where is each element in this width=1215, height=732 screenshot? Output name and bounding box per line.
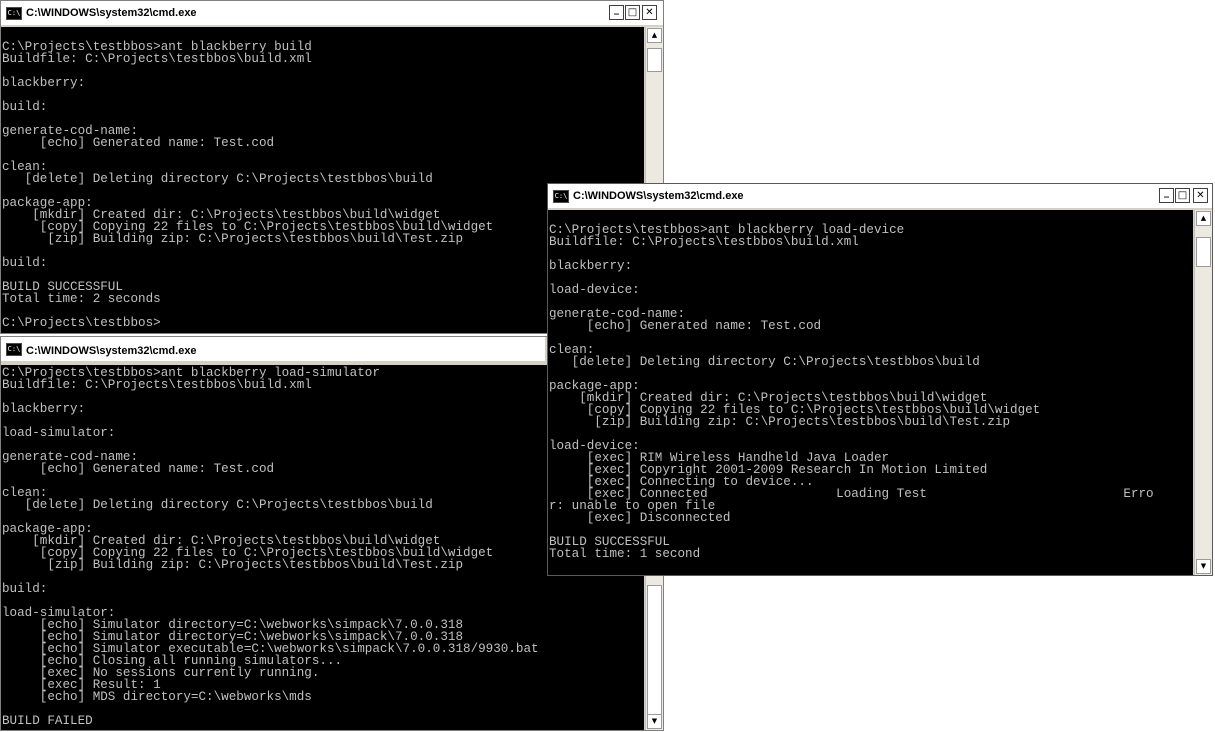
scroll-up-button[interactable]: ▲ <box>1196 211 1211 226</box>
window-title: C:\WINDOWS\system32\cmd.exe <box>573 190 744 202</box>
maximize-button[interactable]: □ <box>625 5 640 20</box>
cmd-icon: C:\ <box>6 343 22 356</box>
scroll-up-button[interactable]: ▲ <box>647 28 662 43</box>
cmd-icon: C:\ <box>6 7 22 20</box>
console-output[interactable]: C:\Projects\testbbos>ant blackberry load… <box>548 210 1193 575</box>
window-title: C:\WINDOWS\system32\cmd.exe <box>26 7 197 19</box>
scrollbar-thumb[interactable] <box>647 48 662 72</box>
scroll-down-button[interactable]: ▼ <box>1196 559 1211 574</box>
close-button[interactable]: ✕ <box>642 5 657 20</box>
scroll-down-button[interactable]: ▼ <box>647 714 662 729</box>
maximize-button[interactable]: □ <box>1175 188 1190 203</box>
minimize-button[interactable]: _ <box>1159 188 1174 203</box>
close-button[interactable]: ✕ <box>1193 188 1208 203</box>
cmd-icon: C:\ <box>553 190 569 203</box>
scrollbar-thumb[interactable] <box>1196 237 1211 267</box>
title-bar[interactable]: C:\ C:\WINDOWS\system32\cmd.exe _ □ ✕ <box>1 1 663 25</box>
minimize-button[interactable]: _ <box>609 5 624 20</box>
title-bar[interactable]: C:\ C:\WINDOWS\system32\cmd.exe <box>1 337 545 361</box>
cmd-window-load-device[interactable]: C:\ C:\WINDOWS\system32\cmd.exe _ □ ✕ C:… <box>547 183 1213 576</box>
scrollbar-thumb[interactable] <box>647 585 662 715</box>
vertical-scrollbar[interactable]: ▲ ▼ <box>1194 210 1212 575</box>
console-text: C:\Projects\testbbos>ant blackberry load… <box>549 223 1154 561</box>
window-title: C:\WINDOWS\system32\cmd.exe <box>26 345 197 357</box>
title-bar[interactable]: C:\ C:\WINDOWS\system32\cmd.exe _ □ ✕ <box>548 184 1212 208</box>
